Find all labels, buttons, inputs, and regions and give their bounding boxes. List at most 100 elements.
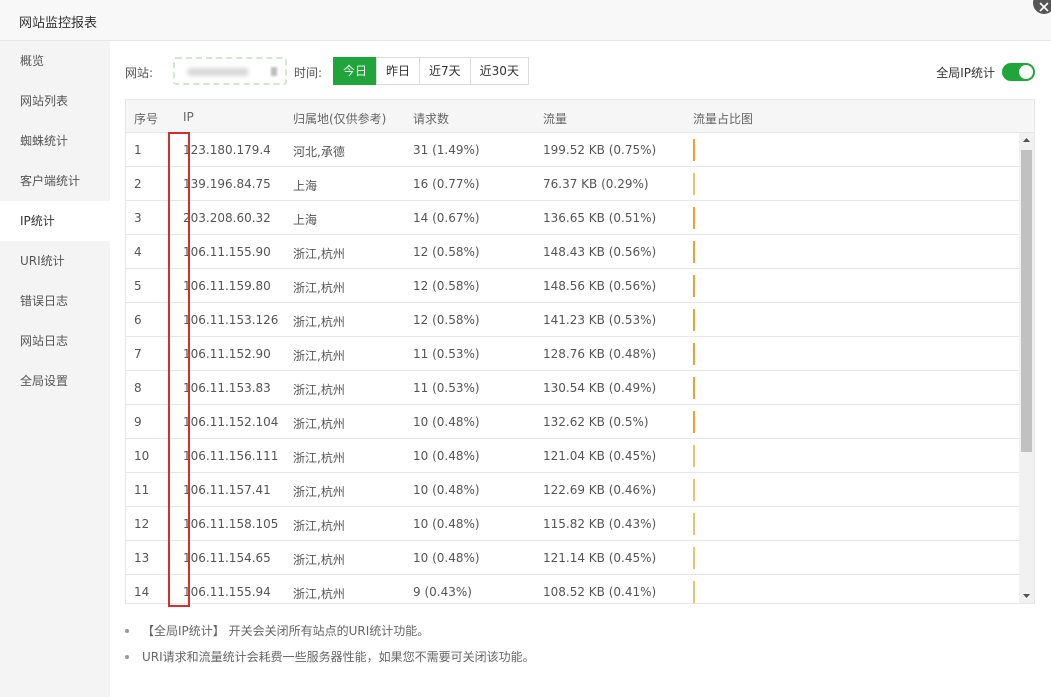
ip-column-highlight-box [168,132,190,607]
cell-ip: 106.11.154.65 [183,551,271,565]
cell-traffic: 132.62 KB (0.5%) [543,415,649,429]
cell-index: 6 [134,313,142,327]
table-row: 1 123.180.179.4 河北,承德 31 (1.49%) 199.52 KB (… [126,133,1019,167]
traffic-share-bar [693,411,695,433]
ip-stats-table: 序号 IP 归属地(仅供参考) 请求数 流量 流量占比图 1 123.180.179.4 河北… [125,99,1035,604]
cell-index: 13 [134,551,150,565]
cell-traffic: 128.76 KB (0.48%) [543,347,657,361]
time-tabs: 今日 昨日 近7天 近30天 [333,57,529,85]
sidebar-item[interactable]: 错误日志 [0,281,110,321]
cell-index: 12 [134,517,150,531]
column-header: 归属地(仅供参考) [293,112,387,126]
cell-ip: 106.11.156.111 [183,449,279,463]
cell-location: 浙江,杭州 [293,587,345,601]
time-tab[interactable]: 今日 [333,57,378,85]
cell-traffic: 136.65 KB (0.51%) [543,211,657,225]
cell-index: 10 [134,449,150,463]
table-body: 1 123.180.179.4 河北,承德 31 (1.49%) 199.52 KB (… [126,133,1019,603]
cell-index: 11 [134,483,150,497]
cell-requests: 10 (0.48%) [413,551,480,565]
cell-location: 浙江,杭州 [293,417,345,431]
caret-up-icon [1023,138,1030,142]
cell-traffic: 141.23 KB (0.53%) [543,313,657,327]
cell-requests: 31 (1.49%) [413,143,480,157]
scroll-down-arrow[interactable] [1019,588,1034,603]
sidebar-item[interactable]: URI统计 [0,241,110,281]
cell-requests: 10 (0.48%) [413,415,480,429]
cell-location: 浙江,杭州 [293,315,345,329]
caret-down-icon [1023,594,1030,598]
cell-requests: 14 (0.67%) [413,211,480,225]
column-header: 流量占比图 [693,112,754,126]
traffic-share-bar [693,581,695,603]
table-row: 12 106.11.158.105 浙江,杭州 10 (0.48%) 115.82 KB… [126,507,1019,541]
cell-requests: 10 (0.48%) [413,483,480,497]
sidebar-item[interactable]: 客户端统计 [0,161,110,201]
traffic-share-bar [693,139,695,161]
cell-location: 浙江,杭州 [293,519,345,533]
scrollbar-thumb[interactable] [1021,150,1032,452]
note-item: 【全局IP统计】 开关会关闭所有站点的URI统计功能。 [125,625,535,651]
traffic-share-bar [693,309,695,331]
table-row: 14 106.11.155.94 浙江,杭州 9 (0.43%) 108.52 KB (… [126,575,1019,603]
window-titlebar: 网站监控报表 [0,0,1051,41]
cell-index: 2 [134,177,142,191]
time-tab[interactable]: 近7天 [419,57,471,85]
sidebar-item[interactable]: 蜘蛛统计 [0,121,110,161]
time-tab[interactable]: 昨日 [376,57,421,85]
cell-ip: 106.11.153.83 [183,381,271,395]
table-row: 9 106.11.152.104 浙江,杭州 10 (0.48%) 132.62 KB … [126,405,1019,439]
cell-location: 浙江,杭州 [293,383,345,397]
traffic-share-bar [693,207,695,229]
cell-location: 浙江,杭州 [293,349,345,363]
global-ip-toggle[interactable] [1002,63,1035,81]
cell-location: 浙江,杭州 [293,451,345,465]
sidebar-item[interactable]: 概览 [0,41,110,81]
cell-ip: 106.11.152.90 [183,347,271,361]
cell-traffic: 148.56 KB (0.56%) [543,279,657,293]
cell-index: 1 [134,143,142,157]
cell-ip: 106.11.153.126 [183,313,279,327]
column-header: 请求数 [413,112,450,126]
traffic-share-bar [693,479,695,501]
main-panel: 网站: 时间: 今日 昨日 近7天 近30天 全局IP统计 序号 IP 归属地(仅供参考)… [110,41,1051,697]
note-item: URI请求和流量统计会耗费一些服务器性能，如果您不需要可关闭该功能。 [125,651,535,677]
cell-index: 7 [134,347,142,361]
sidebar-item[interactable]: 网站列表 [0,81,110,121]
cell-traffic: 148.43 KB (0.56%) [543,245,657,259]
sidebar-item[interactable]: IP统计 [0,201,110,241]
cell-requests: 9 (0.43%) [413,585,472,599]
site-select[interactable] [173,57,287,85]
table-row: 5 106.11.159.80 浙江,杭州 12 (0.58%) 148.56 KB (… [126,269,1019,303]
cell-index: 8 [134,381,142,395]
table-scrollbar[interactable] [1019,133,1034,603]
window-title: 网站监控报表 [19,16,98,31]
table-row: 4 106.11.155.90 浙江,杭州 12 (0.58%) 148.43 KB (… [126,235,1019,269]
cell-index: 9 [134,415,142,429]
cell-location: 上海 [293,213,318,227]
cell-location: 浙江,杭州 [293,247,345,261]
traffic-share-bar [693,377,695,399]
note-text: URI请求和流量统计会耗费一些服务器性能，如果您不需要可关闭该功能。 [142,650,535,664]
cell-ip: 203.208.60.32 [183,211,271,225]
traffic-share-bar [693,241,695,263]
column-header: IP [183,110,194,124]
bullet-icon [125,655,129,659]
sidebar-item[interactable]: 全局设置 [0,361,110,401]
table-row: 8 106.11.153.83 浙江,杭州 11 (0.53%) 130.54 KB (… [126,371,1019,405]
sidebar-item[interactable]: 网站日志 [0,321,110,361]
table-row: 2 139.196.84.75 上海 16 (0.77%) 76.37 KB (0.29… [126,167,1019,201]
cell-traffic: 121.04 KB (0.45%) [543,449,657,463]
scroll-up-arrow[interactable] [1019,133,1034,148]
chevron-down-icon [271,67,277,76]
cell-location: 上海 [293,179,318,193]
time-tab[interactable]: 近30天 [469,57,529,85]
cell-location: 浙江,杭州 [293,553,345,567]
cell-location: 浙江,杭州 [293,281,345,295]
cell-ip: 123.180.179.4 [183,143,271,157]
global-ip-toggle-label: 全局IP统计 [936,66,995,80]
time-label: 时间: [294,66,323,80]
cell-ip: 106.11.158.105 [183,517,279,531]
traffic-share-bar [693,343,695,365]
cell-requests: 12 (0.58%) [413,245,480,259]
